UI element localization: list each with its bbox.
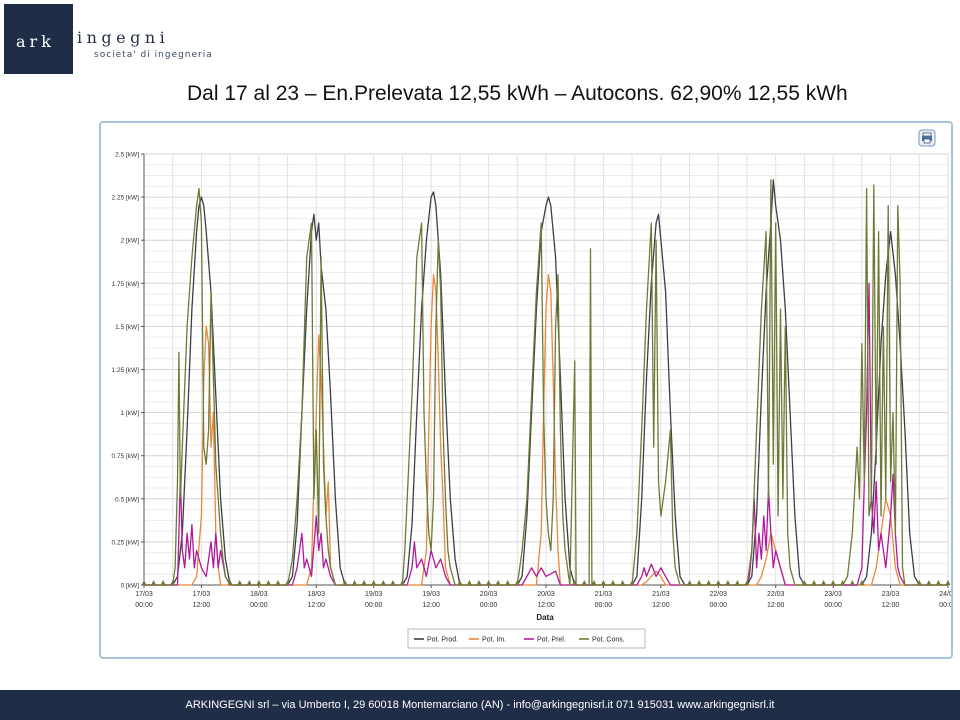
zero-marker xyxy=(160,580,166,585)
zero-marker xyxy=(486,580,492,585)
footer-text: ARKINGEGNI srl – via Umberto I, 29 60018… xyxy=(185,699,775,711)
zero-marker xyxy=(476,580,482,585)
legend-item-label: Pot. Cons. xyxy=(592,637,625,644)
x-tick-label-day: 21/03 xyxy=(652,591,670,598)
zero-marker xyxy=(141,580,147,585)
zero-marker xyxy=(725,580,731,585)
zero-marker xyxy=(610,580,616,585)
footer-bar: ARKINGEGNI srl – via Umberto I, 29 60018… xyxy=(0,690,960,720)
y-tick-label: 1.5 [kW] xyxy=(115,324,139,331)
x-tick-label-day: 20/03 xyxy=(480,591,498,598)
x-tick-label-time: 00:00 xyxy=(250,602,268,609)
x-tick-label-day: 21/03 xyxy=(595,591,613,598)
x-axis-ticks: 17/03 00:00 17/03 12:00 18/03 00:00 18/03 12:00… xyxy=(135,585,951,609)
chart-panel: 0 [kW] 0.25 [kW] 0.5 [kW] 0.75 [kW] 1 [kW] 1.… xyxy=(99,121,953,659)
x-tick-label-day: 17/03 xyxy=(135,591,153,598)
zero-marker xyxy=(734,580,740,585)
x-tick-label-day: 20/03 xyxy=(537,591,555,598)
y-tick-label: 1.25 [kW] xyxy=(112,367,140,374)
y-tick-label: 1.75 [kW] xyxy=(112,281,140,288)
zero-marker xyxy=(457,580,463,585)
zero-marker xyxy=(495,580,501,585)
logo-subtitle: societa' di ingegneria xyxy=(94,50,213,60)
zero-marker xyxy=(505,580,511,585)
chart-svg: 0 [kW] 0.25 [kW] 0.5 [kW] 0.75 [kW] 1 [kW] 1.… xyxy=(112,129,951,649)
x-tick-label-time: 12:00 xyxy=(767,602,785,609)
x-axis-label: Data xyxy=(536,613,554,622)
logo-box: ark xyxy=(4,4,73,74)
zero-marker xyxy=(390,580,396,585)
x-tick-label-day: 19/03 xyxy=(365,591,383,598)
zero-marker xyxy=(600,580,606,585)
legend-item-label: Pot. Prod. xyxy=(427,637,458,644)
y-tick-label: 2.25 [kW] xyxy=(112,195,140,202)
zero-marker xyxy=(620,580,626,585)
zero-marker xyxy=(246,580,252,585)
zero-marker xyxy=(361,580,367,585)
logo-mark: ark xyxy=(16,32,55,51)
x-tick-label-day: 17/03 xyxy=(193,591,211,598)
x-tick-label-day: 18/03 xyxy=(250,591,268,598)
zero-marker xyxy=(265,580,271,585)
y-tick-label: 0.25 [kW] xyxy=(112,539,140,546)
logo-wordmark: ingegni xyxy=(77,28,170,47)
zero-marker xyxy=(151,580,157,585)
x-tick-label-day: 24/03 xyxy=(939,591,951,598)
x-tick-label-time: 00:00 xyxy=(365,602,383,609)
zero-marker xyxy=(821,580,827,585)
y-tick-label: 0.5 [kW] xyxy=(115,496,139,503)
zero-marker xyxy=(466,580,472,585)
print-button[interactable] xyxy=(918,129,936,147)
x-tick-label-day: 22/03 xyxy=(710,591,728,598)
x-tick-label-day: 23/03 xyxy=(824,591,842,598)
zero-marker xyxy=(811,580,817,585)
x-tick-label-time: 00:00 xyxy=(480,602,498,609)
zero-marker xyxy=(256,580,262,585)
zero-marker xyxy=(696,580,702,585)
y-tick-label: 0 [kW] xyxy=(121,583,140,590)
chart-grid xyxy=(143,153,949,586)
zero-marker xyxy=(237,580,243,585)
zero-marker xyxy=(849,580,855,585)
y-axis-ticks: 0 [kW] 0.25 [kW] 0.5 [kW] 0.75 [kW] 1 [kW] 1.… xyxy=(112,152,144,590)
x-tick-label-time: 12:00 xyxy=(193,602,211,609)
zero-marker xyxy=(935,580,941,585)
zero-marker xyxy=(830,580,836,585)
x-tick-label-time: 12:00 xyxy=(652,602,670,609)
x-tick-label-time: 12:00 xyxy=(882,602,900,609)
y-tick-label: 0.75 [kW] xyxy=(112,453,140,460)
x-tick-label-day: 23/03 xyxy=(882,591,900,598)
x-tick-label-day: 18/03 xyxy=(308,591,326,598)
y-tick-label: 1 [kW] xyxy=(121,410,140,417)
zero-marker xyxy=(687,580,693,585)
x-tick-label-time: 00:00 xyxy=(710,602,728,609)
y-tick-label: 2 [kW] xyxy=(121,238,140,245)
zero-marker xyxy=(581,580,587,585)
x-tick-label-time: 12:00 xyxy=(308,602,326,609)
x-tick-label-day: 19/03 xyxy=(422,591,440,598)
x-tick-label-time: 00:00 xyxy=(939,602,951,609)
x-tick-label-time: 00:00 xyxy=(595,602,613,609)
chart-legend: Pot. Prod. Pot. Im. Pot. Prel. Pot. Cons. xyxy=(407,628,646,649)
zero-marker xyxy=(926,580,932,585)
x-tick-label-time: 00:00 xyxy=(135,602,153,609)
zero-marker xyxy=(945,580,951,585)
x-tick-label-day: 22/03 xyxy=(767,591,785,598)
legend-item-label: Pot. Prel. xyxy=(537,637,566,644)
y-tick-label: 2.5 [kW] xyxy=(115,152,139,159)
x-tick-label-time: 12:00 xyxy=(537,602,555,609)
zero-marker xyxy=(380,580,386,585)
zero-marker xyxy=(371,580,377,585)
legend-item-label: Pot. Im. xyxy=(482,637,506,644)
zero-marker xyxy=(706,580,712,585)
zero-marker xyxy=(275,580,281,585)
slide-title: Dal 17 al 23 – En.Prelevata 12,55 kWh – … xyxy=(187,82,848,105)
zero-marker xyxy=(715,580,721,585)
x-tick-label-time: 12:00 xyxy=(422,602,440,609)
x-tick-label-time: 00:00 xyxy=(824,602,842,609)
zero-marker xyxy=(352,580,358,585)
